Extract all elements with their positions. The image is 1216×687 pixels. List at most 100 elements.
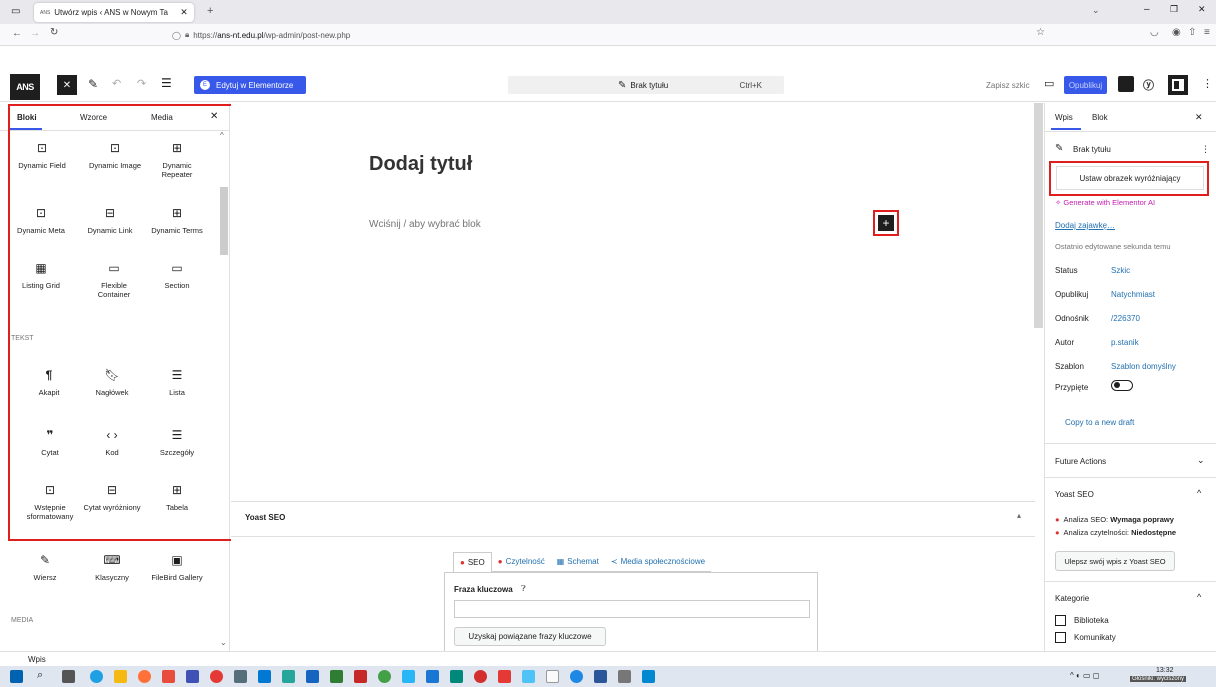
chevron-up-icon[interactable]: ^ (1197, 592, 1201, 602)
account-icon[interactable]: ◉ (1172, 27, 1181, 38)
category-checkbox[interactable] (1055, 615, 1066, 626)
breadcrumb[interactable]: Wpis (28, 655, 46, 664)
publish-button[interactable]: Opublikuj (1064, 76, 1107, 94)
app-icon[interactable] (162, 670, 175, 683)
bookmark-star-icon[interactable]: ☆ (1036, 27, 1045, 38)
tab-readability[interactable]: ● Czytelność (492, 552, 551, 572)
start-icon[interactable] (10, 670, 23, 683)
save-draft-button[interactable]: Zapisz szkic (986, 81, 1030, 90)
add-excerpt-link[interactable]: Dodaj zajawkę… (1055, 221, 1115, 230)
tab-social[interactable]: ≺ Media społecznościowe (605, 552, 711, 572)
yoast-panel-header[interactable]: Yoast SEO (1055, 490, 1094, 499)
tab-seo[interactable]: ● SEO (453, 551, 492, 572)
back-icon[interactable]: ← (12, 28, 22, 39)
publish-value[interactable]: Natychmiast (1111, 290, 1155, 299)
close-sidebar-icon[interactable]: ✕ (1195, 112, 1203, 123)
post-title-field[interactable]: Dodaj tytuł (369, 153, 472, 176)
edge-icon[interactable] (90, 670, 103, 683)
collapse-icon[interactable]: ▴ (1017, 511, 1021, 520)
more-options-icon[interactable]: ⋮ (1201, 144, 1210, 155)
app-icon[interactable] (546, 670, 559, 683)
app-icon[interactable] (426, 670, 439, 683)
app-icon[interactable] (474, 670, 487, 683)
template-value[interactable]: Szablon domyślny (1111, 362, 1176, 371)
clock[interactable]: 13:32 (1156, 667, 1174, 674)
command-palette[interactable]: ✎ Brak tytułu Ctrl+K (508, 76, 784, 94)
undo-icon[interactable]: ↶ (112, 77, 121, 90)
close-tab-icon[interactable]: ✕ (180, 7, 188, 18)
reload-icon[interactable]: ↻ (50, 27, 58, 38)
chevron-down-icon[interactable]: ⌄ (1092, 5, 1100, 16)
close-window-icon[interactable]: ✕ (1198, 4, 1206, 15)
edit-in-elementor-button[interactable]: E Edytuj w Elementorze (194, 76, 306, 94)
chevron-down-icon[interactable]: ⌄ (1197, 455, 1205, 466)
document-overview-icon[interactable]: ☰ (161, 76, 172, 90)
sticky-toggle[interactable] (1111, 380, 1133, 391)
options-icon[interactable]: ⋮ (1202, 77, 1213, 90)
menu-icon[interactable]: ≡ (1204, 27, 1210, 38)
pocket-icon[interactable]: ◡ (1150, 27, 1159, 38)
yoast-header[interactable]: Yoast SEO (245, 513, 285, 522)
browser-tab[interactable]: ANS Utwórz wpis ‹ ANS w Nowym Ta ✕ (34, 3, 194, 22)
outlook-icon[interactable] (258, 670, 271, 683)
tab-overview-icon[interactable]: ▭ (11, 6, 20, 17)
extensions-icon[interactable]: ⇧ (1188, 27, 1196, 38)
restore-icon[interactable]: ❐ (1170, 4, 1178, 15)
help-icon[interactable]: ❓︎ (521, 584, 526, 594)
app-icon[interactable] (522, 670, 535, 683)
canvas-scrollbar[interactable] (1034, 103, 1043, 328)
app-icon[interactable] (210, 670, 223, 683)
yoast-icon[interactable]: ⓨ (1143, 77, 1154, 93)
app-icon[interactable] (234, 670, 247, 683)
generate-ai-link[interactable]: ✧ Generate with Elementor AI (1055, 198, 1155, 207)
elementor-ai-icon[interactable] (1118, 76, 1134, 92)
app-icon[interactable] (642, 670, 655, 683)
app-icon[interactable] (186, 670, 199, 683)
author-value[interactable]: p.stanik (1111, 338, 1139, 347)
future-actions-header[interactable]: Future Actions (1055, 457, 1106, 466)
status-value[interactable]: Szkic (1111, 266, 1130, 275)
app-icon[interactable] (618, 670, 631, 683)
address-bar[interactable]: ◯ 🔒︎ https://ans-nt.edu.pl/wp-admin/post… (172, 27, 1022, 43)
chrome-icon[interactable] (378, 670, 391, 683)
task-view-icon[interactable] (62, 670, 75, 683)
word-icon[interactable] (594, 670, 607, 683)
app-icon[interactable] (330, 670, 343, 683)
copy-draft-link[interactable]: Copy to a new draft (1065, 418, 1134, 427)
app-icon[interactable] (450, 670, 463, 683)
block-classic[interactable]: ⌨ Klasyczny (82, 553, 142, 582)
categories-header[interactable]: Kategorie (1055, 594, 1089, 603)
firefox-icon[interactable] (138, 670, 151, 683)
acrobat-icon[interactable] (498, 670, 511, 683)
redo-icon[interactable]: ↷ (137, 77, 146, 90)
file-explorer-icon[interactable] (114, 670, 127, 683)
minimize-icon[interactable]: – (1144, 4, 1150, 15)
block-filebird-gallery[interactable]: ▣ FileBird Gallery (147, 553, 207, 582)
tray-icons[interactable]: ^ ◐ ▭ ◻ (1070, 671, 1099, 680)
forward-icon[interactable]: → (30, 28, 40, 39)
improve-with-yoast-button[interactable]: Ulepsz swój wpis z Yoast SEO (1055, 551, 1175, 571)
keyphrase-input[interactable] (454, 600, 810, 618)
related-keyphrases-button[interactable]: Uzyskaj powiązane frazy kluczowe (454, 627, 606, 646)
tab-post[interactable]: Wpis (1055, 113, 1073, 122)
preview-icon[interactable]: ▭ (1044, 77, 1054, 90)
app-icon[interactable] (306, 670, 319, 683)
tab-schema[interactable]: ▦ Schemat (551, 552, 605, 572)
category-checkbox[interactable] (1055, 632, 1066, 643)
block-verse[interactable]: ✎ Wiersz (15, 553, 75, 582)
search-icon[interactable]: ⌕ (37, 669, 43, 682)
app-icon[interactable] (402, 670, 415, 683)
block-appender[interactable]: Wciśnij / aby wybrać blok (369, 219, 481, 230)
site-logo[interactable]: ANS (10, 74, 40, 100)
settings-toggle-button[interactable] (1168, 75, 1188, 95)
chevron-up-icon[interactable]: ^ (1197, 488, 1201, 498)
permalink-value[interactable]: /226370 (1111, 314, 1140, 323)
close-inserter-button[interactable]: ✕ (57, 75, 77, 95)
new-tab-icon[interactable]: + (207, 5, 213, 17)
app-icon[interactable] (354, 670, 367, 683)
tab-block[interactable]: Blok (1092, 113, 1108, 122)
app-icon[interactable] (570, 670, 583, 683)
pen-tool-icon[interactable]: ✎ (88, 77, 98, 91)
app-icon[interactable] (282, 670, 295, 683)
scroll-down-icon[interactable]: ⌄ (220, 638, 227, 647)
